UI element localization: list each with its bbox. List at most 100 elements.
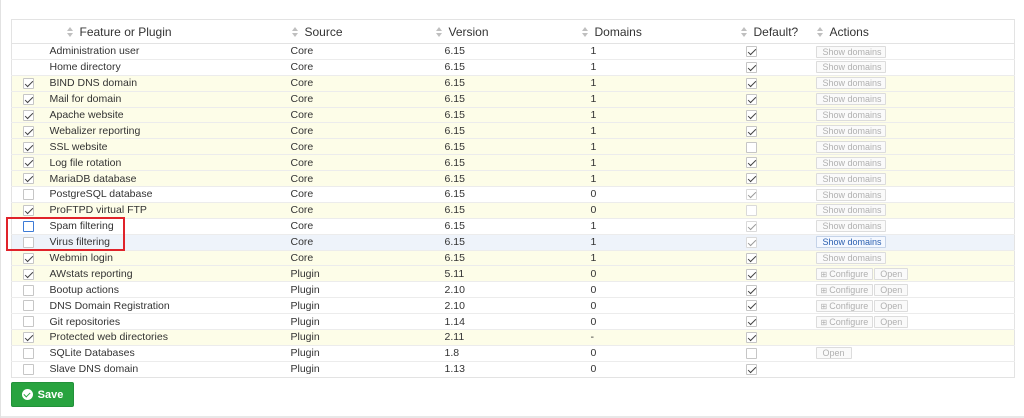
select-cell [11, 154, 46, 171]
show-domains-button[interactable]: Show domains [815, 252, 886, 265]
feature-enable-checkbox[interactable] [23, 125, 35, 137]
actions-cell: Show domains [811, 106, 1015, 123]
version-cell: 6.15 [434, 170, 581, 187]
table-row: Administration user Core 6.15 1 Show domains [11, 43, 1015, 60]
default-checkbox[interactable] [745, 77, 757, 89]
show-domains-button[interactable]: Show domains [815, 220, 886, 233]
actions-cell: Show domains [811, 154, 1015, 171]
show-domains-button[interactable]: Show domains [815, 156, 886, 169]
configure-button[interactable]: ⊞ Configure [815, 283, 874, 296]
feature-enable-checkbox[interactable] [23, 363, 35, 375]
default-cell [739, 233, 812, 251]
open-button[interactable]: Open [874, 268, 909, 281]
default-checkbox[interactable] [745, 268, 757, 280]
default-checkbox[interactable] [745, 252, 757, 264]
default-cell [739, 217, 812, 235]
default-checkbox[interactable] [745, 189, 757, 201]
header-domains[interactable]: Domains [580, 19, 740, 44]
version-cell: 6.15 [434, 201, 581, 219]
show-domains-button[interactable]: Show domains [815, 45, 886, 58]
open-button[interactable]: Open [874, 299, 909, 312]
feature-name: BIND DNS domain [45, 74, 291, 92]
default-checkbox[interactable] [745, 93, 757, 105]
default-checkbox[interactable] [745, 173, 757, 185]
feature-enable-checkbox[interactable] [23, 77, 35, 89]
select-cell [11, 344, 46, 362]
table-row: Git repositories Plugin 1.14 0 ⊞ Configure Ope… [11, 313, 1015, 330]
feature-enable-checkbox[interactable] [23, 157, 35, 169]
show-domains-button[interactable]: Show domains [815, 109, 886, 122]
feature-enable-checkbox[interactable] [23, 284, 35, 296]
default-checkbox[interactable] [745, 125, 757, 137]
domains-cell: 1 [580, 233, 740, 251]
default-checkbox[interactable] [745, 157, 757, 169]
show-domains-button[interactable]: Show domains [815, 125, 886, 137]
feature-enable-checkbox[interactable] [23, 173, 35, 185]
feature-enable-checkbox[interactable] [23, 268, 35, 280]
default-checkbox[interactable] [745, 236, 757, 248]
feature-enable-checkbox[interactable] [23, 316, 35, 328]
source-cell: Core [290, 186, 435, 203]
default-checkbox[interactable] [745, 205, 757, 217]
header-version[interactable]: Version [434, 19, 581, 44]
show-domains-button[interactable]: Show domains [815, 61, 886, 74]
save-button[interactable]: Save [11, 382, 74, 407]
open-button[interactable]: Open [815, 347, 852, 360]
default-checkbox[interactable] [745, 46, 757, 58]
feature-enable-checkbox[interactable] [23, 189, 35, 201]
select-cell [11, 170, 46, 187]
feature-enable-checkbox[interactable] [23, 332, 35, 344]
default-checkbox[interactable] [745, 316, 757, 328]
feature-name: Mail for domain [45, 90, 291, 108]
actions-cell: Show domains [811, 43, 1015, 60]
feature-name: MariaDB database [45, 170, 291, 187]
table-row: AWstats reporting Plugin 5.11 0 ⊞ Configure Op… [11, 265, 1015, 282]
configure-button[interactable]: ⊞ Configure [815, 299, 874, 312]
feature-enable-checkbox[interactable] [23, 348, 35, 360]
open-button[interactable]: Open [874, 283, 909, 296]
configure-button[interactable]: ⊞ Configure [815, 268, 874, 281]
table-row: SSL website Core 6.15 1 Show domains [11, 138, 1015, 155]
default-checkbox[interactable] [745, 109, 757, 121]
default-checkbox[interactable] [745, 62, 757, 74]
feature-name: SSL website [45, 138, 291, 155]
feature-enable-checkbox[interactable] [23, 300, 35, 312]
feature-enable-checkbox[interactable] [23, 109, 35, 121]
table-row: Log file rotation Core 6.15 1 Show domains [11, 154, 1015, 171]
default-checkbox[interactable] [745, 300, 757, 312]
actions-cell: ⊞ Configure Open [811, 265, 1015, 282]
feature-enable-checkbox[interactable] [23, 252, 35, 264]
header-feature[interactable]: Feature or Plugin [45, 19, 291, 44]
header-source[interactable]: Source [290, 19, 435, 44]
default-checkbox[interactable] [745, 348, 757, 360]
source-cell: Plugin [290, 313, 435, 330]
show-domains-button[interactable]: Show domains [815, 236, 886, 249]
domains-cell: 1 [580, 106, 740, 123]
default-cell [739, 138, 812, 155]
feature-enable-checkbox[interactable] [23, 141, 35, 153]
default-checkbox[interactable] [745, 284, 757, 296]
show-domains-button[interactable]: Show domains [815, 93, 886, 106]
show-domains-button[interactable]: Show domains [815, 188, 886, 201]
domains-cell: 0 [580, 360, 740, 378]
show-domains-button[interactable]: Show domains [815, 77, 886, 90]
open-button[interactable]: Open [874, 315, 909, 328]
source-cell: Plugin [290, 344, 435, 362]
table-row: Mail for domain Core 6.15 1 Show domains [11, 90, 1015, 108]
default-checkbox[interactable] [745, 332, 757, 344]
default-checkbox[interactable] [745, 220, 757, 232]
source-cell: Core [290, 249, 435, 266]
feature-enable-checkbox[interactable] [23, 220, 35, 232]
show-domains-button[interactable]: Show domains [815, 204, 886, 217]
show-domains-button[interactable]: Show domains [815, 172, 886, 185]
configure-button[interactable]: ⊞ Configure [815, 315, 874, 328]
show-domains-button[interactable]: Show domains [815, 140, 886, 153]
feature-enable-checkbox[interactable] [23, 236, 35, 248]
header-default[interactable]: Default? [739, 19, 812, 44]
default-checkbox[interactable] [745, 363, 757, 375]
default-checkbox[interactable] [745, 141, 757, 153]
feature-enable-checkbox[interactable] [23, 93, 35, 105]
header-actions[interactable]: Actions [811, 19, 1015, 44]
version-cell: 1.8 [434, 344, 581, 362]
feature-enable-checkbox[interactable] [23, 205, 35, 217]
